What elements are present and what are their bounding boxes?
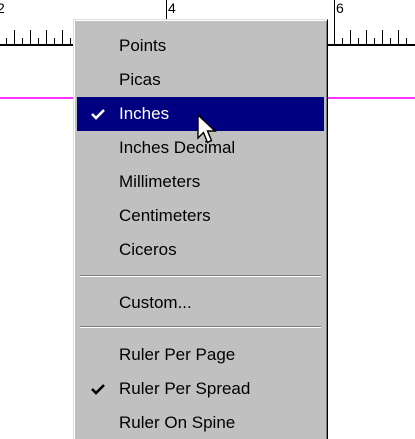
ruler-tick [382,30,383,44]
ruler-tick [54,38,55,44]
menu-item-label: Custom... [119,293,192,312]
ruler-tick [30,30,31,44]
menu-item-label: Picas [119,70,161,89]
ruler-tick [62,30,63,44]
menu-item-centimeters[interactable]: Centimeters [77,199,324,233]
ruler-tick [46,30,47,44]
menu-item-label: Inches [119,104,170,123]
check-icon [77,383,119,395]
menu-item-label: Centimeters [119,206,211,225]
ruler-tick [398,30,399,44]
menu-item-label: Ruler Per Page [119,345,236,364]
menu-separator [80,326,321,328]
menu-item-label: Ruler Per Spread [119,379,251,398]
menu-item-ruler-per-spread[interactable]: Ruler Per Spread [77,372,324,406]
ruler-tick [366,30,367,44]
menu-item-label: Ruler On Spine [119,413,236,432]
ruler-tick [342,38,343,44]
menu-separator [80,275,321,277]
ruler-tick-major [334,0,335,44]
ruler-tick [38,38,39,44]
ruler-tick [390,38,391,44]
ruler-tick [22,38,23,44]
ruler-label: 6 [336,0,344,16]
menu-item-label: Millimeters [119,172,201,191]
ruler-tick [350,30,351,44]
ruler-tick [374,38,375,44]
screen: 2 4 6 Points Picas Inches Inches Decimal [0,0,415,439]
menu-item-points[interactable]: Points [77,29,324,63]
check-icon [77,108,119,120]
menu-item-label: Points [119,36,167,55]
ruler-tick [406,38,407,44]
ruler-label: 2 [0,0,5,16]
mouse-pointer-icon [197,114,217,144]
ruler-tick [14,30,15,44]
menu-item-picas[interactable]: Picas [77,63,324,97]
menu-item-label: Inches Decimal [119,138,236,157]
menu-item-ruler-on-spine[interactable]: Ruler On Spine [77,406,324,439]
ruler-tick [6,38,7,44]
ruler-tick [358,38,359,44]
menu-item-ciceros[interactable]: Ciceros [77,233,324,267]
ruler-units-context-menu: Points Picas Inches Inches Decimal Milli… [73,19,328,439]
ruler-tick [70,38,71,44]
menu-item-millimeters[interactable]: Millimeters [77,165,324,199]
menu-item-ruler-per-page[interactable]: Ruler Per Page [77,338,324,372]
menu-item-label: Ciceros [119,240,177,259]
menu-item-custom[interactable]: Custom... [77,286,324,320]
ruler-label: 4 [168,0,176,16]
